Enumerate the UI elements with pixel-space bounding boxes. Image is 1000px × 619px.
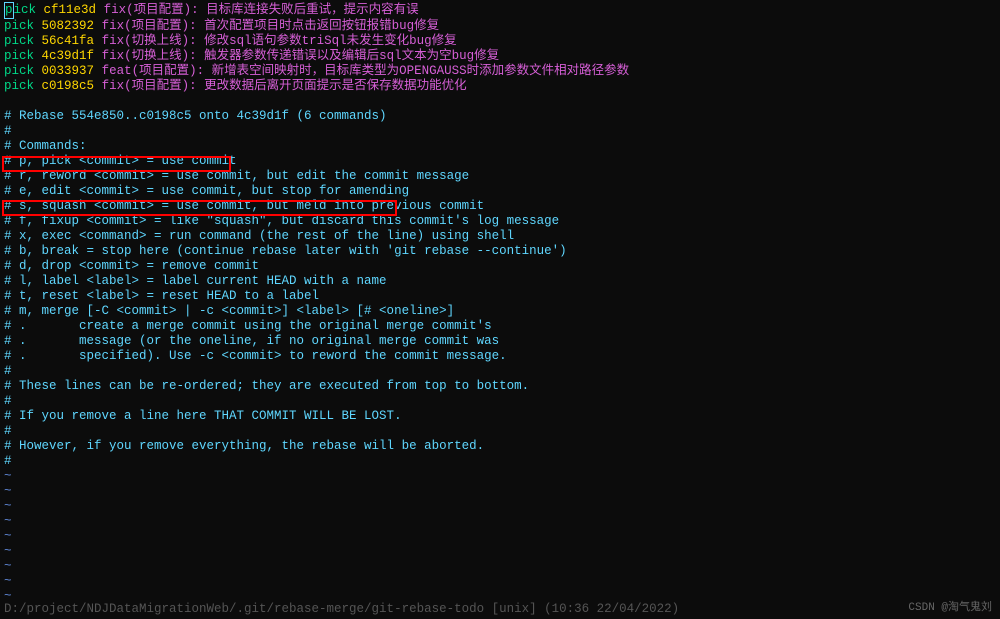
comment-abort[interactable]: # However, if you remove everything, the… [4,439,996,454]
comment-line[interactable]: # [4,454,996,469]
comment-label[interactable]: # l, label <label> = label current HEAD … [4,274,996,289]
comment-edit[interactable]: # e, edit <commit> = use commit, but sto… [4,184,996,199]
watermark: CSDN @淘气鬼刘 [908,602,992,615]
empty-line-tilde: ~ [4,544,996,559]
comment-squash[interactable]: # s, squash <commit> = use commit, but m… [4,199,996,214]
commit-line[interactable]: pick 4c39d1f fix(切换上线): 触发器参数传递错误以及编辑后sq… [4,49,996,64]
comment-break[interactable]: # b, break = stop here (continue rebase … [4,244,996,259]
comment-merge2[interactable]: # . message (or the oneline, if no origi… [4,334,996,349]
comment-drop[interactable]: # d, drop <commit> = remove commit [4,259,996,274]
comment-reorder[interactable]: # These lines can be re-ordered; they ar… [4,379,996,394]
comment-reword[interactable]: # r, reword <commit> = use commit, but e… [4,169,996,184]
empty-line-tilde: ~ [4,574,996,589]
comment-merge1[interactable]: # . create a merge commit using the orig… [4,319,996,334]
empty-line-tilde: ~ [4,559,996,574]
commit-line[interactable]: pick 0033937 feat(项目配置): 新增表空间映射时，目标库类型为… [4,64,996,79]
comment-line[interactable]: # [4,394,996,409]
blank-line[interactable] [4,94,996,109]
comment-merge[interactable]: # m, merge [-C <commit> | -c <commit>] <… [4,304,996,319]
comment-reset[interactable]: # t, reset <label> = reset HEAD to a lab… [4,289,996,304]
comment-line[interactable]: # Commands: [4,139,996,154]
comment-remove[interactable]: # If you remove a line here THAT COMMIT … [4,409,996,424]
empty-line-tilde: ~ [4,499,996,514]
comment-exec[interactable]: # x, exec <command> = run command (the r… [4,229,996,244]
comment-pick[interactable]: # p, pick <commit> = use commit [4,154,996,169]
editor-content[interactable]: pick cf11e3d fix(项目配置): 目标库连接失败后重试，提示内容有… [4,2,996,604]
comment-fixup[interactable]: # f, fixup <commit> = like "squash", but… [4,214,996,229]
comment-line[interactable]: # [4,364,996,379]
empty-line-tilde: ~ [4,529,996,544]
comment-line[interactable]: # [4,424,996,439]
empty-line-tilde: ~ [4,469,996,484]
commit-line[interactable]: pick cf11e3d fix(项目配置): 目标库连接失败后重试，提示内容有… [4,2,996,19]
comment-merge3[interactable]: # . specified). Use -c <commit> to rewor… [4,349,996,364]
cursor: p [4,2,14,19]
commit-line[interactable]: pick 5082392 fix(项目配置): 首次配置项目时点击返回按钮报错b… [4,19,996,34]
commit-line[interactable]: pick c0198c5 fix(项目配置): 更改数据后离开页面提示是否保存数… [4,79,996,94]
empty-line-tilde: ~ [4,514,996,529]
vim-status-bar: D:/project/NDJDataMigrationWeb/.git/reba… [4,602,996,617]
comment-line[interactable]: # Rebase 554e850..c0198c5 onto 4c39d1f (… [4,109,996,124]
comment-line[interactable]: # [4,124,996,139]
empty-line-tilde: ~ [4,484,996,499]
commit-line[interactable]: pick 56c41fa fix(切换上线): 修改sql语句参数triSql未… [4,34,996,49]
